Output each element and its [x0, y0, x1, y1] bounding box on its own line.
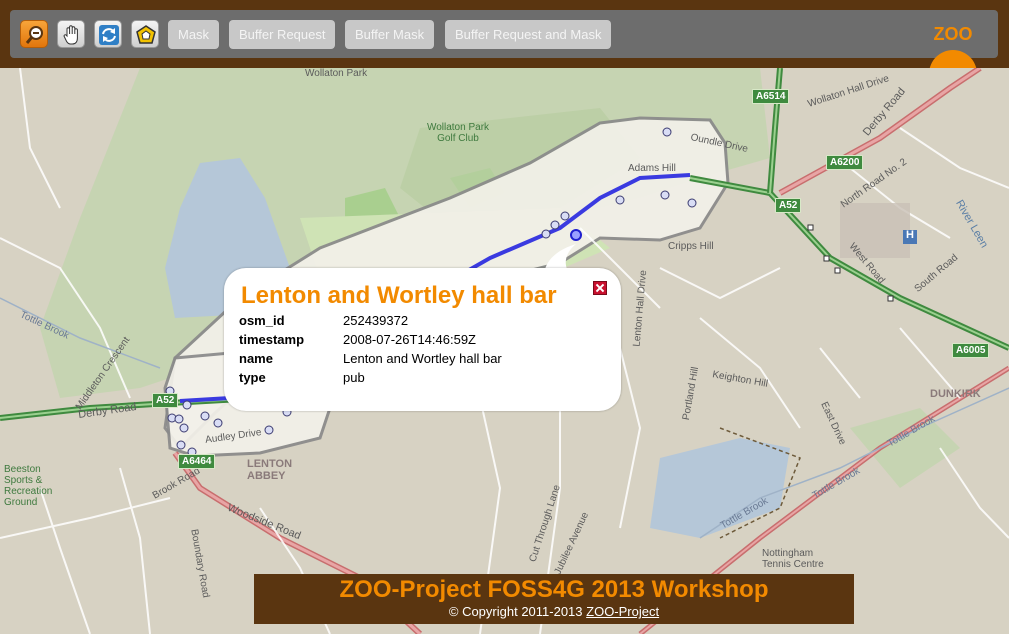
attribute-key: osm_id [239, 313, 285, 328]
map-label-hospital: H [906, 229, 914, 241]
map-label-wollaton-park: Wollaton Park [305, 68, 368, 79]
zoo-logo-sun [929, 50, 977, 68]
feature-info-popup: Lenton and Wortley hall bar osm_id 25243… [224, 268, 621, 411]
attribute-value: 2008-07-26T14:46:59Z [343, 332, 476, 347]
road-shield-a6514: A6514 [752, 89, 790, 104]
attribute-value: pub [343, 370, 365, 385]
popup-close-button[interactable] [593, 281, 607, 295]
zoom-box-icon [25, 26, 43, 44]
mask-button[interactable]: Mask [168, 20, 220, 49]
toolbar: Mask Buffer Request Buffer Mask Buffer R… [10, 10, 998, 68]
zoo-logo-text: ZOO [933, 24, 973, 44]
copyright-text: © Copyright 2011-2013 [448, 604, 587, 619]
buffer-request-button[interactable]: Buffer Request [229, 20, 336, 49]
road-shield-a6005: A6005 [952, 343, 990, 358]
attribute-key: timestamp [239, 332, 305, 347]
road-shield-a52-west: A52 [152, 393, 179, 408]
map-label-nottingham-tennis: Nottingham Tennis Centre [762, 548, 824, 570]
attribute-value: 252439372 [343, 313, 409, 328]
buffer-mask-button[interactable]: Buffer Mask [345, 20, 435, 49]
road-shield-a52-east: A52 [775, 198, 802, 213]
refresh-icon [99, 25, 119, 45]
map-view[interactable]: Wollaton Park Wollaton Park Golf Club Ou… [0, 68, 1009, 634]
buffer-request-and-mask-button[interactable]: Buffer Request and Mask [445, 20, 612, 49]
attribute-key: name [239, 351, 273, 366]
map-label-golf-club: Wollaton Park Golf Club [426, 122, 490, 144]
pan-tool[interactable] [57, 20, 85, 48]
polygon-select-icon [136, 25, 156, 44]
app-header: Mask Buffer Request Buffer Mask Buffer R… [0, 0, 1009, 68]
attribute-value: Lenton and Wortley hall bar [343, 351, 502, 366]
zoo-logo: ZOO [929, 22, 977, 68]
map-label-dunkirk: DUNKIRK [930, 388, 981, 400]
zoom-box-tool[interactable] [20, 20, 48, 48]
pan-hand-icon [63, 25, 78, 45]
refresh-tool[interactable] [94, 20, 122, 48]
footer-title: ZOO-Project FOSS4G 2013 Workshop [339, 576, 769, 603]
map-label-beeston-rec: Beeston Sports & Recreation Ground [4, 464, 53, 508]
road-shield-a6200: A6200 [826, 155, 864, 170]
attribute-key: type [239, 370, 266, 385]
road-shield-a6464: A6464 [178, 454, 216, 469]
map-label-lenton-abbey: LENTON ABBEY [247, 458, 293, 482]
map-label-adams-hill: Adams Hill [628, 163, 676, 174]
polygon-tool[interactable] [131, 20, 159, 48]
popup-title: Lenton and Wortley hall bar [241, 282, 557, 309]
footer-copyright: © Copyright 2011-2013 ZOO-Project [254, 604, 854, 619]
footer: ZOO-Project FOSS4G 2013 Workshop © Copyr… [254, 574, 854, 624]
map-label-cripps-hill: Cripps Hill [668, 241, 714, 252]
zoo-project-link[interactable]: ZOO-Project [586, 604, 659, 619]
